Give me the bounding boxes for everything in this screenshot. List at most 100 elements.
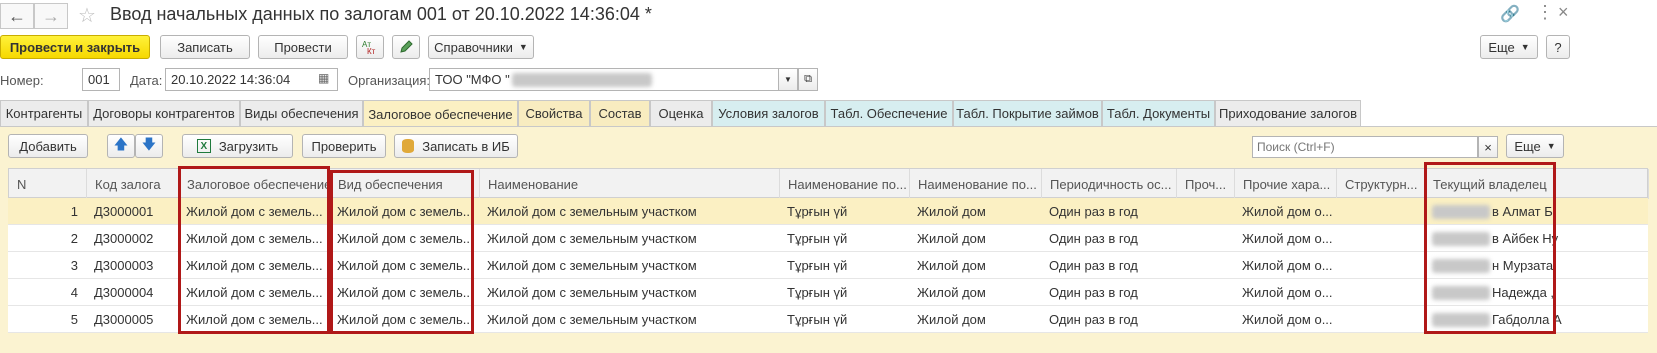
column-header-6[interactable]: Наименование по... [780,169,910,199]
cell-other_char[interactable]: Жилой дом о... [1234,306,1336,333]
edit-pen-button[interactable] [392,35,420,59]
cell-code[interactable]: Д3000003 [86,252,178,279]
cell-other_char[interactable]: Жилой дом о... [1234,198,1336,225]
add-button[interactable]: Добавить [8,134,88,158]
table-more-button[interactable]: Еще ▼ [1506,134,1564,158]
tab-9[interactable]: Табл. Обеспечение [825,100,953,126]
tab-6[interactable]: Состав [590,100,650,126]
organization-field[interactable]: ТОО "МФО " [429,68,779,91]
tab-4[interactable]: Залоговое обеспечение [363,100,518,127]
number-field[interactable]: 001 [82,68,120,91]
cell-name_kz[interactable]: Тұрғын үй [779,306,909,333]
cell-struct[interactable] [1336,198,1424,225]
organization-dropdown-button[interactable]: ▼ [778,68,798,91]
cell-name_ru[interactable]: Жилой дом [909,225,1041,252]
search-input[interactable] [1252,136,1478,158]
load-button[interactable]: X Загрузить [182,134,293,158]
date-field[interactable]: 20.10.2022 14:36:04 [165,68,338,91]
cell-other[interactable] [1176,198,1234,225]
cell-period[interactable]: Один раз в год [1041,306,1176,333]
cell-name[interactable]: Жилой дом с земельным участком [479,306,779,333]
cell-n[interactable]: 2 [8,225,86,252]
more-button[interactable]: Еще ▼ [1480,35,1538,59]
write-ib-button[interactable]: Записать в ИБ [394,134,518,158]
tab-3[interactable]: Виды обеспечения [240,100,363,126]
cell-name_ru[interactable]: Жилой дом [909,306,1041,333]
cell-period[interactable]: Один раз в год [1041,198,1176,225]
cell-struct[interactable] [1336,225,1424,252]
highlight-owner-column [1424,162,1556,334]
tab-12[interactable]: Приходование залогов [1215,100,1361,126]
search-clear-button[interactable]: × [1478,136,1498,158]
link-icon[interactable]: 🔗 [1500,4,1520,24]
cell-name_kz[interactable]: Тұрғын үй [779,279,909,306]
translit-button[interactable]: Aт Кт [356,35,384,59]
cell-name_ru[interactable]: Жилой дом [909,198,1041,225]
cell-n[interactable]: 4 [8,279,86,306]
redacted-org-name [511,72,652,87]
cell-n[interactable]: 1 [8,198,86,225]
check-button[interactable]: Проверить [302,134,386,158]
cell-other_char[interactable]: Жилой дом о... [1234,252,1336,279]
column-header-5[interactable]: Наименование [480,169,780,199]
date-label: Дата: [130,73,163,88]
more-vertical-icon[interactable]: ⋮ [1536,2,1554,23]
cell-n[interactable]: 5 [8,306,86,333]
close-icon[interactable]: × [1558,2,1569,23]
move-down-button[interactable]: 🡇 [135,134,163,158]
cell-name_ru[interactable]: Жилой дом [909,279,1041,306]
organization-open-button[interactable]: ⧉ [798,68,818,91]
cell-other_char[interactable]: Жилой дом о... [1234,225,1336,252]
column-header-10[interactable]: Прочие хара... [1235,169,1337,199]
cell-other[interactable] [1176,225,1234,252]
move-up-button[interactable]: 🡅 [107,134,135,158]
column-header-9[interactable]: Проч... [1177,169,1235,199]
cell-name_kz[interactable]: Тұрғын үй [779,252,909,279]
cell-name_ru[interactable]: Жилой дом [909,252,1041,279]
arrow-down-icon: 🡇 [141,136,157,152]
cell-code[interactable]: Д3000004 [86,279,178,306]
tab-5[interactable]: Свойства [518,100,590,126]
column-header-1[interactable]: N [9,169,87,199]
cell-other_char[interactable]: Жилой дом о... [1234,279,1336,306]
column-header-2[interactable]: Код залога [87,169,179,199]
column-header-8[interactable]: Периодичность ос... [1042,169,1177,199]
cell-period[interactable]: Один раз в год [1041,225,1176,252]
tab-1[interactable]: Контрагенты [0,100,88,126]
cell-name[interactable]: Жилой дом с земельным участком [479,225,779,252]
post-and-close-button[interactable]: Провести и закрыть [0,35,150,59]
cell-period[interactable]: Один раз в год [1041,252,1176,279]
cell-code[interactable]: Д3000001 [86,198,178,225]
cell-n[interactable]: 3 [8,252,86,279]
forward-button[interactable]: → [34,3,68,29]
references-label: Справочники [434,39,513,55]
cell-other[interactable] [1176,279,1234,306]
tab-2[interactable]: Договоры контрагентов [88,100,240,126]
references-dropdown[interactable]: Справочники ▼ [428,35,534,59]
cell-struct[interactable] [1336,306,1424,333]
cell-period[interactable]: Один раз в год [1041,279,1176,306]
cell-name[interactable]: Жилой дом с земельным участком [479,252,779,279]
column-header-11[interactable]: Структурн... [1337,169,1425,199]
cell-code[interactable]: Д3000005 [86,306,178,333]
post-button[interactable]: Провести [258,35,348,59]
cell-struct[interactable] [1336,252,1424,279]
cell-struct[interactable] [1336,279,1424,306]
save-button[interactable]: Записать [160,35,250,59]
help-button[interactable]: ? [1546,35,1570,59]
cell-name[interactable]: Жилой дом с земельным участком [479,279,779,306]
tab-8[interactable]: Условия залогов [712,100,825,126]
cell-name_kz[interactable]: Тұрғын үй [779,198,909,225]
star-icon[interactable]: ☆ [78,3,96,28]
tab-11[interactable]: Табл. Документы [1102,100,1215,126]
cell-name[interactable]: Жилой дом с земельным участком [479,198,779,225]
back-button[interactable]: ← [0,3,34,29]
calendar-icon[interactable]: ▦ [318,71,329,85]
tab-7[interactable]: Оценка [650,100,712,126]
cell-code[interactable]: Д3000002 [86,225,178,252]
tab-10[interactable]: Табл. Покрытие займов [953,100,1102,126]
cell-name_kz[interactable]: Тұрғын үй [779,225,909,252]
column-header-7[interactable]: Наименование по... [910,169,1042,199]
cell-other[interactable] [1176,252,1234,279]
cell-other[interactable] [1176,306,1234,333]
